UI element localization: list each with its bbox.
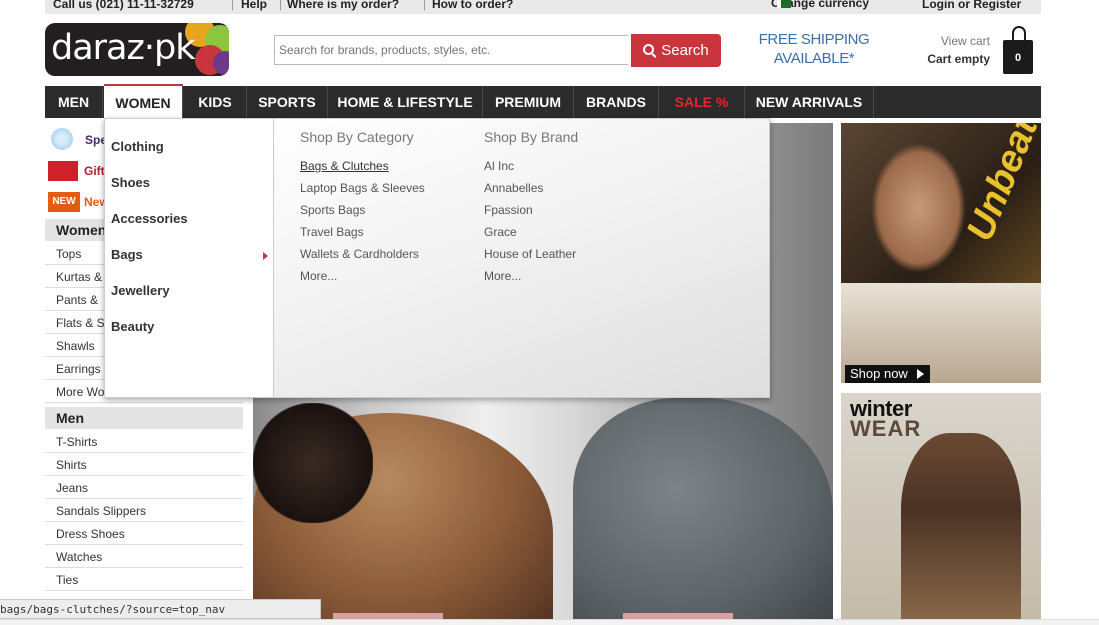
nav-men[interactable]: MEN	[45, 86, 103, 118]
man-figure	[573, 398, 833, 624]
shipping-line-2: AVAILABLE*	[773, 50, 855, 67]
new-badge-icon: NEW	[48, 192, 80, 212]
divider: |	[279, 0, 283, 11]
nav-sale[interactable]: SALE %	[659, 86, 745, 118]
male-model-figure	[901, 433, 1021, 624]
free-shipping-badge: FREE SHIPPING AVAILABLE*	[745, 30, 883, 68]
nav-brands[interactable]: BRANDS	[574, 86, 659, 118]
sidebar-heading-men: Men	[45, 407, 243, 429]
login-register-link[interactable]: Login or Register	[922, 0, 1021, 10]
menu-category-clothing[interactable]: Clothing	[111, 139, 164, 154]
model-face	[871, 143, 966, 273]
logo-text: daraz·pk	[51, 28, 195, 68]
how-to-order-link[interactable]: How to order?	[432, 0, 513, 10]
view-cart-link[interactable]: View cart	[900, 34, 990, 48]
where-is-my-order-link[interactable]: Where is my order?	[287, 0, 399, 10]
link-sports-bags[interactable]: Sports Bags	[300, 203, 365, 217]
banner-unbeatable[interactable]: Unbeatable! Shop now	[841, 123, 1041, 383]
link-travel-bags[interactable]: Travel Bags	[300, 225, 364, 239]
divider: |	[423, 0, 427, 11]
sidebar-item-jeans[interactable]: Jeans	[45, 477, 243, 499]
cart-status: Cart empty	[927, 52, 990, 66]
link-bags-clutches[interactable]: Bags & Clutches	[300, 159, 389, 173]
divider: |	[231, 0, 235, 11]
nav-new-arrivals[interactable]: NEW ARRIVALS	[745, 86, 874, 118]
cart-count: 0	[1014, 52, 1022, 64]
link-more-category[interactable]: More...	[300, 269, 337, 283]
browser-bottom-edge	[0, 619, 1099, 625]
shop-now-button[interactable]: Shop now	[845, 365, 930, 383]
link-brand-grace[interactable]: Grace	[484, 225, 517, 239]
promo-gift-label: Gift	[84, 164, 105, 178]
sidebar-item-tshirts[interactable]: T-Shirts	[45, 431, 243, 453]
sidebar-item-dress-shoes[interactable]: Dress Shoes	[45, 523, 243, 545]
main-navigation: MEN WOMEN KIDS SPORTS HOME & LIFESTYLE P…	[45, 84, 1041, 120]
search-button[interactable]: Search	[631, 34, 721, 67]
call-us-text: Call us (021) 11-11-32729	[53, 0, 194, 11]
sidebar-item-sandals[interactable]: Sandals Slippers	[45, 500, 243, 522]
submenu-arrow-icon	[263, 252, 268, 260]
search-input[interactable]	[274, 35, 628, 65]
link-brand-house-of-leather[interactable]: House of Leather	[484, 247, 576, 261]
search-icon	[643, 44, 655, 55]
menu-category-bags[interactable]: Bags	[111, 247, 143, 262]
search-button-label: Search	[661, 42, 709, 59]
nav-women[interactable]: WOMEN	[104, 84, 183, 120]
nav-sports[interactable]: SPORTS	[247, 86, 328, 118]
link-laptop-bags[interactable]: Laptop Bags & Sleeves	[300, 181, 425, 195]
help-link[interactable]: Help	[241, 0, 267, 10]
menu-category-beauty[interactable]: Beauty	[111, 319, 154, 334]
sidebar-item-ties[interactable]: Ties	[45, 569, 243, 591]
top-utility-bar: Call us (021) 11-11-32729 | Help | Where…	[45, 0, 1041, 14]
wear-line: WEAR	[850, 416, 922, 441]
menu-category-shoes[interactable]: Shoes	[111, 175, 150, 190]
sidebar-item-watches[interactable]: Watches	[45, 546, 243, 568]
link-brand-al-inc[interactable]: Al Inc	[484, 159, 514, 173]
banner-winter-wear[interactable]: winter WEAR	[841, 393, 1041, 624]
nav-home-lifestyle[interactable]: HOME & LIFESTYLE	[328, 86, 483, 118]
shop-by-brand-heading: Shop By Brand	[484, 129, 579, 145]
winter-wear-title: winter WEAR	[850, 398, 922, 441]
link-more-brand[interactable]: More...	[484, 269, 521, 283]
link-brand-annabelles[interactable]: Annabelles	[484, 181, 543, 195]
bags-submenu-panel: Shop By Category Bags & Clutches Laptop …	[274, 118, 770, 398]
browser-status-url: bags/bags-clutches/?source=top_nav	[0, 599, 321, 619]
nav-premium[interactable]: PREMIUM	[483, 86, 574, 118]
women-category-list: Clothing Shoes Accessories Bags Jeweller…	[104, 118, 274, 398]
sidebar-item-shirts[interactable]: Shirts	[45, 454, 243, 476]
gift-icon	[48, 161, 78, 181]
shopping-bag-icon[interactable]: 0	[1003, 26, 1033, 74]
shop-by-category-heading: Shop By Category	[300, 129, 414, 145]
nav-kids[interactable]: KIDS	[184, 86, 247, 118]
special-badge-icon	[51, 128, 73, 150]
women-mega-menu: Clothing Shoes Accessories Bags Jeweller…	[104, 118, 770, 398]
menu-category-jewellery[interactable]: Jewellery	[111, 283, 170, 298]
hair-shape	[253, 403, 373, 523]
menu-category-accessories[interactable]: Accessories	[111, 211, 188, 226]
link-brand-fpassion[interactable]: Fpassion	[484, 203, 533, 217]
site-logo[interactable]: daraz·pk	[45, 23, 229, 76]
pakistan-flag-icon	[777, 0, 791, 8]
shipping-line-1: FREE SHIPPING	[758, 31, 870, 48]
link-wallets[interactable]: Wallets & Cardholders	[300, 247, 419, 261]
